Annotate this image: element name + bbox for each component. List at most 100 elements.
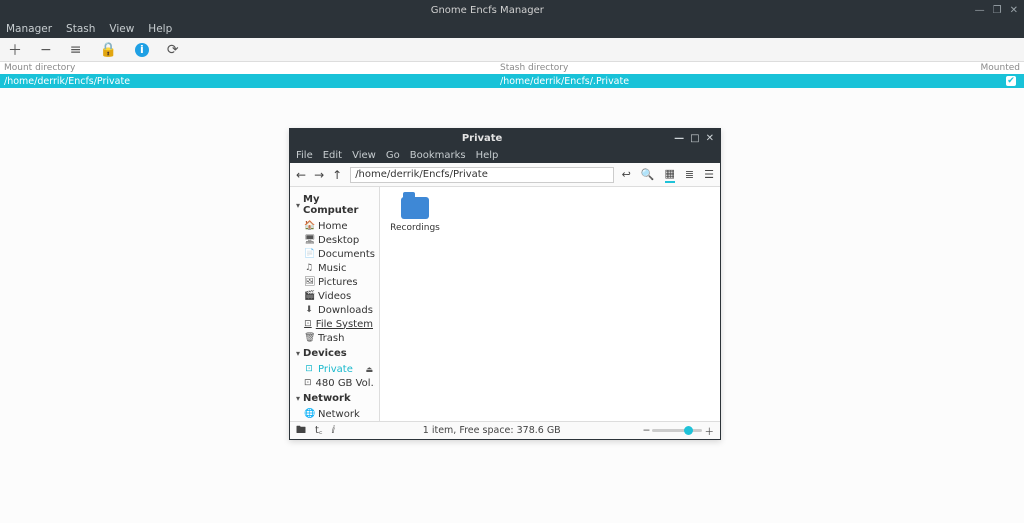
menu-help[interactable]: Help <box>476 150 499 161</box>
zoom-in-icon[interactable]: ＋ <box>704 424 714 438</box>
menu-go[interactable]: Go <box>386 150 400 161</box>
sidebar-item-pictures[interactable]: 🖼 Pictures <box>294 275 375 289</box>
menu-view[interactable]: View <box>109 23 134 35</box>
fm-menubar: File Edit View Go Bookmarks Help <box>290 147 720 163</box>
close-icon[interactable]: ✕ <box>1010 5 1018 16</box>
toggle-location-icon[interactable]: ↩ <box>622 168 631 181</box>
sidebar-item-private[interactable]: ⊡Private⏏ <box>294 362 375 376</box>
videos-icon: 🎬 <box>304 291 314 301</box>
fm-pathbar: ← → ↑ /home/derrik/Encfs/Private ↩ 🔍 ▦ ≣… <box>290 163 720 187</box>
encfs-title: Gnome Encfs Manager <box>0 5 975 16</box>
file-manager-window: Private — □ ✕ File Edit View Go Bookmark… <box>289 128 721 440</box>
drive-icon: ⊡ <box>304 364 314 374</box>
drive-icon: ⊡ <box>304 378 312 388</box>
pictures-icon: 🖼 <box>304 277 314 287</box>
check-icon: ✔ <box>1006 76 1016 86</box>
encfs-column-headers: Mount directory Stash directory Mounted <box>0 62 1024 74</box>
minimize-icon[interactable]: — <box>975 5 985 16</box>
sidebar-item-documents[interactable]: 📄Documents <box>294 247 375 261</box>
up-button[interactable]: ↑ <box>332 168 342 182</box>
compact-view-button[interactable]: ☰ <box>704 168 714 181</box>
sidebar-item-desktop[interactable]: 🖥Desktop <box>294 233 375 247</box>
row-stash-path: /home/derrik/Encfs/.Private <box>496 74 974 88</box>
menu-view[interactable]: View <box>352 150 376 161</box>
sidebar-item-music[interactable]: ♫Music <box>294 261 375 275</box>
sidebar-item-label: 480 GB Vol… <box>316 378 375 389</box>
eject-icon[interactable]: ⏏ <box>365 365 373 374</box>
fm-title: Private <box>290 133 674 144</box>
col-mount-directory[interactable]: Mount directory <box>0 62 496 74</box>
sidebar-item-label: Pictures <box>318 277 358 288</box>
info-toggle-icon[interactable]: ⅈ <box>331 425 335 436</box>
statusbar-view-toggles: 🖿 𝗍꜀ ⅈ <box>296 422 341 440</box>
sidebar-section-network[interactable]: Network <box>294 390 375 407</box>
minimize-icon[interactable]: — <box>674 133 684 144</box>
zoom-thumb[interactable] <box>684 426 693 435</box>
zoom-track[interactable] <box>652 429 702 432</box>
sidebar-item-downloads[interactable]: ⬇ Downloads <box>294 303 375 317</box>
zoom-out-icon[interactable]: − <box>643 425 651 436</box>
remove-stash-button[interactable]: − <box>40 42 52 58</box>
list-icon[interactable]: ≡ <box>70 42 82 58</box>
forward-button[interactable]: → <box>314 168 324 182</box>
sidebar-item-label: Desktop <box>318 235 359 246</box>
folder-icon <box>401 197 429 219</box>
maximize-icon[interactable]: ❐ <box>993 5 1002 16</box>
encfs-window-controls: — ❐ ✕ <box>975 5 1024 16</box>
fm-sidebar: My Computer 🏠 Home 🖥Desktop 📄Documents ♫M… <box>290 187 380 421</box>
sidebar-section-devices[interactable]: Devices <box>294 345 375 362</box>
sidebar-item-label: Videos <box>318 291 351 302</box>
sidebar-item-volume[interactable]: ⊡ 480 GB Vol… <box>294 376 375 390</box>
fm-main-pane[interactable]: Recordings <box>380 187 720 421</box>
tree-toggle-icon[interactable]: 𝗍꜀ <box>315 425 322 436</box>
sidebar-item-filesystem[interactable]: ⊡ File System <box>294 317 375 331</box>
back-button[interactable]: ← <box>296 168 306 182</box>
sidebar-item-label: File System <box>316 319 373 330</box>
zoom-slider[interactable]: − ＋ <box>643 424 714 438</box>
row-mounted-checkbox[interactable]: ✔ <box>974 74 1024 88</box>
downloads-icon: ⬇ <box>304 305 314 315</box>
sidebar-item-label: Home <box>318 221 348 232</box>
info-icon[interactable]: i <box>135 43 149 57</box>
sidebar-item-home[interactable]: 🏠 Home <box>294 219 375 233</box>
encfs-menubar: Manager Stash View Help <box>0 20 1024 38</box>
sidebar-item-videos[interactable]: 🎬 Videos <box>294 289 375 303</box>
row-mount-path: /home/derrik/Encfs/Private <box>0 74 496 88</box>
menu-help[interactable]: Help <box>148 23 172 35</box>
filesystem-icon: ⊡ <box>304 319 312 329</box>
sidebar-item-label: Network <box>318 409 360 420</box>
icon-view-button[interactable]: ▦ <box>665 167 675 183</box>
network-icon: 🌐 <box>304 409 314 419</box>
fm-window-controls: — □ ✕ <box>674 133 720 144</box>
documents-icon: 📄 <box>304 249 314 259</box>
search-icon[interactable]: 🔍 <box>641 168 655 181</box>
col-stash-directory[interactable]: Stash directory <box>496 62 974 74</box>
lock-icon[interactable]: 🔒 <box>99 42 116 58</box>
add-stash-button[interactable]: ＋ <box>8 40 22 60</box>
menu-file[interactable]: File <box>296 150 313 161</box>
folder-recordings[interactable]: Recordings <box>390 197 440 233</box>
menu-bookmarks[interactable]: Bookmarks <box>410 150 466 161</box>
trash-icon: 🗑 <box>304 333 314 343</box>
sidebar-section-computer[interactable]: My Computer <box>294 191 375 219</box>
fm-titlebar: Private — □ ✕ <box>290 129 720 147</box>
sidebar-item-trash[interactable]: 🗑Trash <box>294 331 375 345</box>
path-input[interactable]: /home/derrik/Encfs/Private <box>350 167 613 183</box>
stash-row[interactable]: /home/derrik/Encfs/Private /home/derrik/… <box>0 74 1024 88</box>
menu-manager[interactable]: Manager <box>6 23 52 35</box>
refresh-icon[interactable]: ⟳ <box>167 42 179 58</box>
close-icon[interactable]: ✕ <box>706 133 714 144</box>
encfs-window: Gnome Encfs Manager — ❐ ✕ Manager Stash … <box>0 0 1024 88</box>
sidebar-item-network[interactable]: 🌐 Network <box>294 407 375 421</box>
col-mounted[interactable]: Mounted <box>974 62 1024 74</box>
maximize-icon[interactable]: □ <box>690 133 699 144</box>
menu-stash[interactable]: Stash <box>66 23 95 35</box>
fm-statusbar: 🖿 𝗍꜀ ⅈ 1 item, Free space: 378.6 GB − ＋ <box>290 421 720 439</box>
pathbar-right: ↩ 🔍 ▦ ≣ ☰ <box>622 167 714 183</box>
menu-edit[interactable]: Edit <box>323 150 342 161</box>
music-icon: ♫ <box>304 263 314 273</box>
list-view-button[interactable]: ≣ <box>685 168 694 181</box>
sidebar-item-label: Downloads <box>318 305 373 316</box>
home-icon: 🏠 <box>304 221 314 231</box>
places-toggle-icon[interactable]: 🖿 <box>296 425 306 436</box>
